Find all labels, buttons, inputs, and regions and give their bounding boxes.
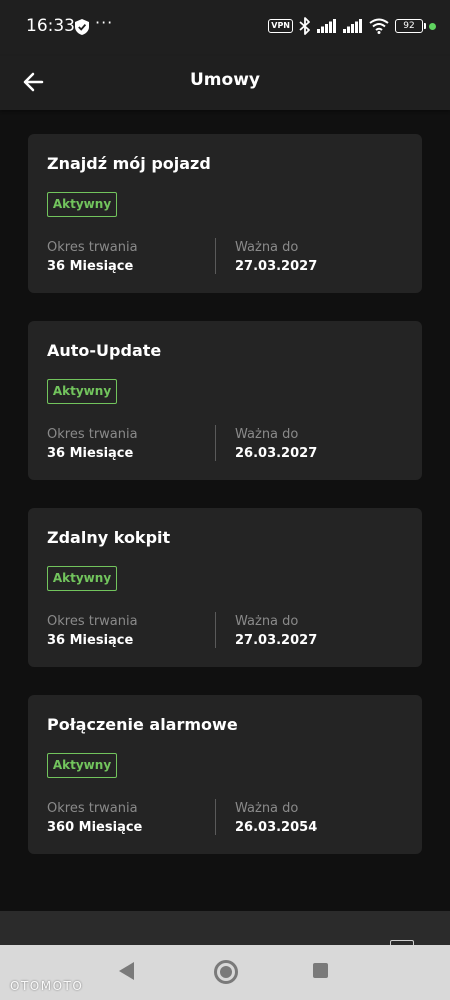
status-badge: Aktywny (47, 753, 117, 778)
status-icons: VPN 92 (268, 16, 436, 36)
page-title: Umowy (190, 70, 260, 90)
contract-card[interactable]: Połączenie alarmowe Aktywny Okres trwani… (28, 695, 422, 854)
privacy-indicator-dot (429, 22, 436, 30)
valid-until-value: 27.03.2027 (235, 633, 318, 648)
valid-until-value: 27.03.2027 (235, 259, 318, 274)
contract-card[interactable]: Znajdź mój pojazd Aktywny Okres trwania … (28, 134, 422, 293)
bottom-panel (0, 911, 450, 947)
valid-until-label: Ważna do (235, 240, 299, 255)
wifi-icon (369, 18, 389, 34)
duration-value: 36 Miesiące (47, 633, 134, 648)
card-divider (215, 238, 216, 274)
shield-check-icon (75, 19, 89, 35)
contract-title: Auto-Update (47, 341, 162, 360)
duration-label: Okres trwania (47, 427, 138, 442)
nav-home-icon[interactable] (214, 960, 238, 984)
duration-value: 36 Miesiące (47, 446, 134, 461)
contracts-screen: 16:33 ··· VPN 92 Umowy Znajdź mój pojazd… (0, 0, 450, 1000)
vpn-icon: VPN (268, 19, 293, 33)
contract-card[interactable]: Zdalny kokpit Aktywny Okres trwania 36 M… (28, 508, 422, 667)
status-badge: Aktywny (47, 379, 117, 404)
duration-label: Okres trwania (47, 801, 138, 816)
card-divider (215, 425, 216, 461)
card-divider (215, 799, 216, 835)
signal-icon-2 (343, 19, 362, 33)
nav-recents-icon[interactable] (313, 963, 328, 978)
signal-icon (317, 19, 336, 33)
duration-label: Okres trwania (47, 240, 138, 255)
card-divider (215, 612, 216, 648)
contract-title: Połączenie alarmowe (47, 715, 238, 734)
valid-until-value: 26.03.2027 (235, 446, 318, 461)
contract-title: Znajdź mój pojazd (47, 154, 211, 173)
watermark-logo: OTOMOTO (10, 979, 84, 993)
duration-value: 360 Miesiące (47, 820, 143, 835)
app-bar: Umowy (0, 56, 450, 110)
battery-icon: 92 (395, 19, 426, 33)
bluetooth-icon (299, 17, 310, 35)
more-notifications-icon: ··· (95, 13, 114, 32)
duration-label: Okres trwania (47, 614, 138, 629)
duration-value: 36 Miesiące (47, 259, 134, 274)
status-bar: 16:33 ··· VPN 92 (0, 0, 450, 56)
valid-until-value: 26.03.2054 (235, 820, 318, 835)
valid-until-label: Ważna do (235, 614, 299, 629)
status-time: 16:33 (26, 16, 75, 36)
status-badge: Aktywny (47, 192, 117, 217)
valid-until-label: Ważna do (235, 427, 299, 442)
contract-card[interactable]: Auto-Update Aktywny Okres trwania 36 Mie… (28, 321, 422, 480)
nav-back-icon[interactable] (119, 962, 134, 980)
valid-until-label: Ważna do (235, 801, 299, 816)
status-badge: Aktywny (47, 566, 117, 591)
contract-title: Zdalny kokpit (47, 528, 171, 547)
